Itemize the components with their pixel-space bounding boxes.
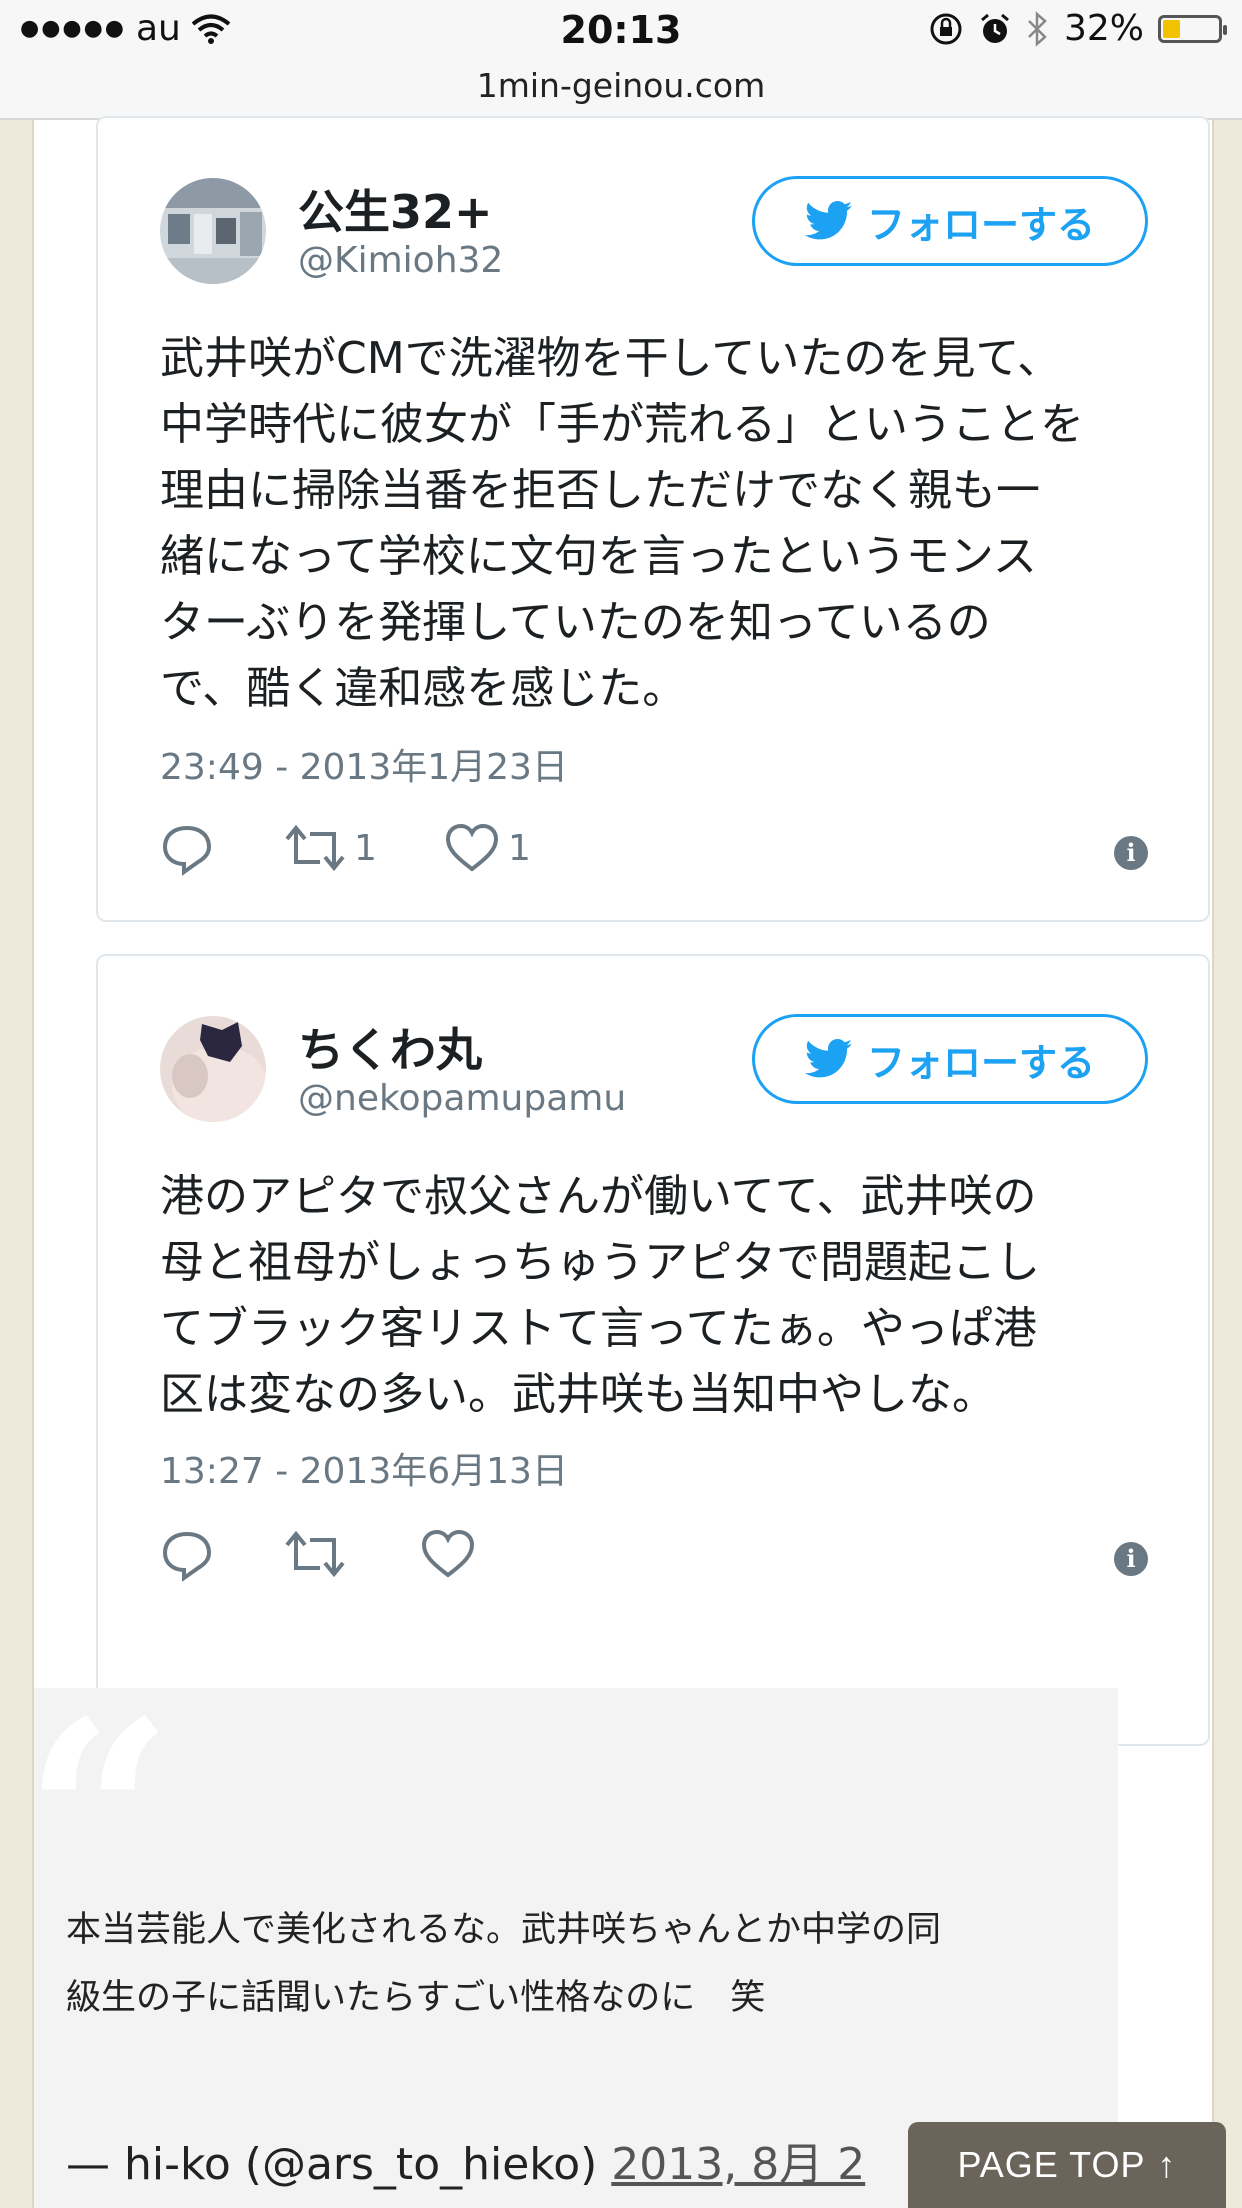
address-bar[interactable]: 1min-geinou.com <box>0 62 1242 120</box>
like-button[interactable]: 1 <box>444 822 531 874</box>
reply-icon <box>162 825 212 876</box>
url-text: 1min-geinou.com <box>476 66 766 105</box>
avatar[interactable] <box>160 178 266 284</box>
retweet-icon <box>285 824 345 872</box>
quote-author: — hi-ko (@ars_to_hieko) <box>66 2139 598 2190</box>
tweet-author-name[interactable]: ちくわ丸 <box>298 1014 482 1080</box>
quote-attribution: — hi-ko (@ars_to_hieko) 2013, 8月 2 <box>66 2128 865 2192</box>
follow-label: フォローする <box>866 1040 1095 1085</box>
heart-icon <box>445 823 499 872</box>
like-count: 1 <box>508 827 531 869</box>
tweet-text: 武井咲がCMで洗濯物を干していたのを見て、 中学時代に彼女が「手が荒れる」という… <box>160 333 1084 714</box>
retweet-button[interactable] <box>284 1528 354 1580</box>
follow-button[interactable]: フォローする <box>752 176 1148 266</box>
embedded-tweet[interactable]: 公生32+ @Kimioh32 フォローする 武井咲がCMで洗濯物を干していたの… <box>96 116 1210 922</box>
embedded-tweet[interactable]: ちくわ丸 @nekopamupamu フォローする 港のアピタで叔父さんが働いて… <box>96 954 1210 1746</box>
lock-rotation-icon <box>930 13 962 44</box>
info-icon[interactable]: i <box>1114 1542 1148 1576</box>
reply-button[interactable] <box>160 822 214 876</box>
tweet-timestamp[interactable]: 23:49 - 2013年1月23日 <box>160 738 568 790</box>
reply-button[interactable] <box>160 1528 214 1582</box>
battery-percent: 32% <box>1063 8 1144 49</box>
follow-button[interactable]: フォローする <box>752 1014 1148 1104</box>
heart-icon <box>421 1529 475 1578</box>
retweet-button[interactable]: 1 <box>284 822 377 874</box>
twitter-bird-icon <box>804 201 853 240</box>
tweet-text: 港のアピタで叔父さんが働いてて、武井咲の 母と祖母がしょっちゅうアピタで問題起こ… <box>160 1171 1040 1420</box>
twitter-bird-icon <box>804 1039 853 1078</box>
tweet-author-name[interactable]: 公生32+ <box>298 176 493 242</box>
arrow-up-icon: ↑ <box>1157 2144 1177 2185</box>
retweet-icon <box>285 1530 345 1578</box>
reply-icon <box>162 1531 212 1582</box>
follow-label: フォローする <box>866 202 1095 247</box>
status-bar: ●●●●● au 20:13 32% <box>0 0 1242 62</box>
avatar[interactable] <box>160 1016 266 1122</box>
quote-date-link[interactable]: 2013, 8月 2 <box>611 2139 865 2190</box>
quote-text: 本当芸能人で美化されるな。武井咲ちゃんとか中学の同 級生の子に話聞いたらすごい性… <box>66 1910 942 2018</box>
retweet-count: 1 <box>354 827 377 869</box>
tweet-author-handle[interactable]: @nekopamupamu <box>298 1078 626 1119</box>
alarm-icon <box>981 13 1009 43</box>
tweet-timestamp[interactable]: 13:27 - 2013年6月13日 <box>160 1442 568 1494</box>
page-top-label: PAGE TOP <box>957 2144 1146 2185</box>
page-top-button[interactable]: PAGE TOP ↑ <box>908 2122 1226 2208</box>
tweet-actions: i <box>160 1528 1148 1588</box>
tweet-actions: 1 1 i <box>160 822 1148 882</box>
info-icon[interactable]: i <box>1114 836 1148 870</box>
like-button[interactable] <box>420 1528 484 1580</box>
status-right: 32% <box>928 8 1227 49</box>
battery-icon <box>1158 14 1227 43</box>
tweet-author-handle[interactable]: @Kimioh32 <box>298 240 503 281</box>
bluetooth-icon <box>1028 10 1047 47</box>
battery-level <box>1163 19 1180 38</box>
